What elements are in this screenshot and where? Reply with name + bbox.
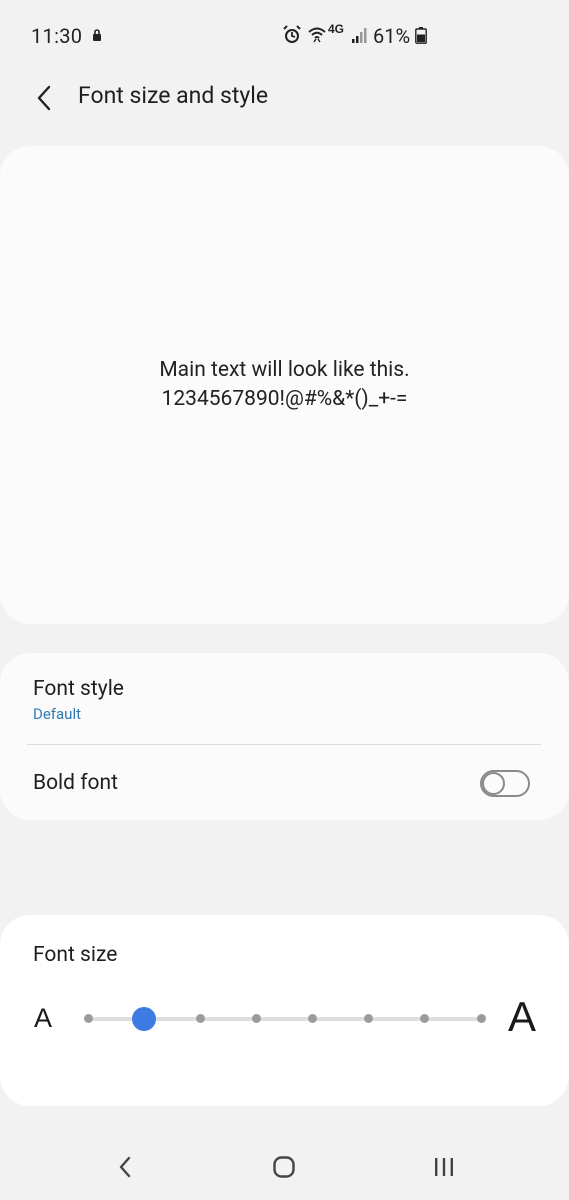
- bold-font-label: Bold font: [33, 771, 118, 795]
- wifi-icon: [308, 27, 326, 43]
- preview-text-line-1: Main text will look like this.: [159, 358, 410, 382]
- navigation-bar: [0, 1130, 569, 1200]
- back-icon: [119, 1156, 131, 1178]
- font-size-small-label: A: [34, 1003, 53, 1033]
- app-header: Font size and style: [0, 70, 569, 126]
- slider-tick[interactable]: [83, 1014, 93, 1023]
- battery-icon: [415, 27, 427, 44]
- home-icon: [273, 1156, 295, 1178]
- nav-back-button[interactable]: [105, 1150, 145, 1184]
- recents-icon: [435, 1158, 453, 1176]
- battery-percentage: 61%: [373, 24, 411, 48]
- font-style-item[interactable]: Font style Default: [0, 653, 569, 744]
- font-size-card: Font size A A: [0, 915, 569, 1106]
- font-settings-card: Font style Default Bold font: [0, 653, 569, 820]
- alarm-icon: [283, 25, 301, 43]
- font-size-large-label: A: [508, 993, 537, 1040]
- font-size-title: Font size: [33, 943, 118, 967]
- back-button[interactable]: [26, 78, 62, 118]
- font-style-value: Default: [33, 705, 81, 723]
- 4g-icon: 4G: [328, 22, 345, 36]
- signal-icon: [352, 28, 367, 43]
- slider-tick[interactable]: [308, 1014, 318, 1023]
- toggle-knob: [482, 772, 505, 795]
- preview-text-line-2: 1234567890!@#%&*()_+-=: [161, 387, 408, 411]
- font-style-title: Font style: [33, 677, 124, 701]
- slider-tick[interactable]: [364, 1014, 374, 1023]
- slider-thumb[interactable]: [132, 1007, 157, 1031]
- lock-icon: [93, 29, 101, 41]
- nav-home-button[interactable]: [264, 1150, 304, 1184]
- slider-tick[interactable]: [420, 1014, 430, 1023]
- bold-font-toggle[interactable]: [480, 770, 530, 797]
- nav-recents-button[interactable]: [424, 1150, 464, 1184]
- status-bar: 11:30 4G 61%: [0, 0, 569, 70]
- slider-tick[interactable]: [476, 1014, 486, 1023]
- font-size-slider[interactable]: [83, 1005, 486, 1033]
- page-title: Font size and style: [78, 82, 269, 109]
- status-time: 11:30: [31, 24, 83, 48]
- slider-tick[interactable]: [195, 1014, 205, 1023]
- bold-font-item[interactable]: Bold font: [0, 745, 569, 820]
- font-preview-card: Main text will look like this. 123456789…: [0, 146, 569, 624]
- chevron-left-icon: [37, 85, 51, 111]
- slider-tick[interactable]: [251, 1014, 261, 1023]
